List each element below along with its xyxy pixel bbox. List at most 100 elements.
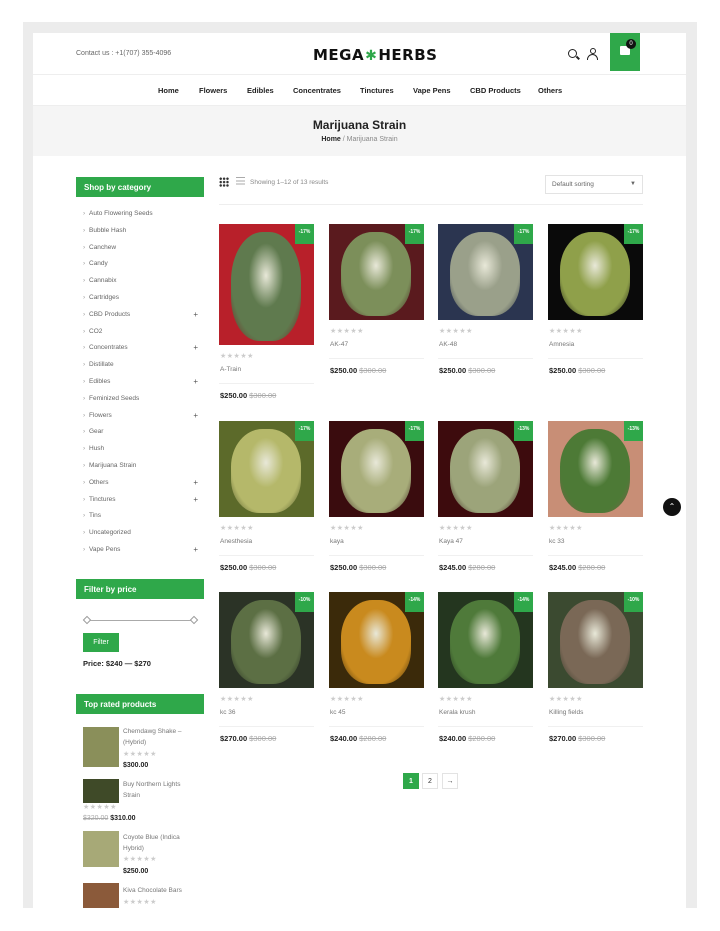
top-rated-price: $300.00 (123, 762, 149, 769)
nav-vape-pens[interactable]: Vape Pens (413, 86, 451, 95)
product-name[interactable]: kc 36 (220, 709, 236, 716)
category-item[interactable]: › CO2 (83, 328, 198, 340)
expand-icon[interactable]: + (193, 343, 198, 352)
category-item[interactable]: › Tinctures + (83, 495, 198, 508)
breadcrumb-home[interactable]: Home (321, 136, 340, 143)
product-image[interactable]: -10% (548, 592, 643, 688)
product-image[interactable]: -17% (329, 421, 424, 517)
product-price: $240.00 $280.00 (330, 734, 387, 743)
nav-concentrates[interactable]: Concentrates (293, 86, 341, 95)
nav-flowers[interactable]: Flowers (199, 86, 227, 95)
product-image[interactable]: -17% (329, 224, 424, 320)
product-name[interactable]: Anesthesia (220, 538, 252, 545)
nav-others[interactable]: Others (538, 86, 562, 95)
product-name[interactable]: kaya (330, 538, 344, 545)
category-item[interactable]: › Distillate (83, 361, 198, 373)
category-item[interactable]: › Cannabix (83, 277, 198, 289)
category-item[interactable]: › Uncategorized (83, 529, 198, 541)
nav-home[interactable]: Home (158, 86, 179, 95)
sort-select[interactable]: Default sorting ▼ (545, 175, 643, 194)
product-name[interactable]: kc 33 (549, 538, 565, 545)
expand-icon[interactable]: + (193, 377, 198, 386)
category-item[interactable]: › Hush (83, 445, 198, 457)
top-rated-name[interactable]: Coyote Blue (Indica Hybrid) (123, 832, 198, 854)
discount-badge: -10% (295, 592, 314, 612)
product-image[interactable]: -17% (219, 224, 314, 345)
discount-badge: -13% (514, 421, 533, 441)
product-image[interactable]: -14% (329, 592, 424, 688)
category-item[interactable]: › Marijuana Strain (83, 462, 198, 474)
price-slider-min-handle[interactable] (82, 615, 92, 625)
expand-icon[interactable]: + (193, 310, 198, 319)
product-name[interactable]: Kerala krush (439, 709, 476, 716)
expand-icon[interactable]: + (193, 478, 198, 487)
product-image[interactable]: -17% (219, 421, 314, 517)
expand-icon[interactable]: + (193, 411, 198, 420)
top-rated-price: $250.00 (123, 868, 149, 875)
cart-button[interactable]: 0 (610, 33, 640, 71)
top-rated-name[interactable]: Kiva Chocolate Bars (123, 885, 198, 896)
category-item[interactable]: › Gear (83, 428, 198, 440)
back-to-top-button[interactable]: ⌃ (663, 498, 681, 516)
expand-icon[interactable]: + (193, 545, 198, 554)
top-rated-thumb[interactable] (83, 831, 119, 867)
site-logo[interactable]: MEGA✱HERBS (313, 46, 437, 64)
category-item[interactable]: › Bubble Hash (83, 227, 198, 239)
product-name[interactable]: A-Train (220, 366, 241, 373)
product-image[interactable]: -17% (548, 224, 643, 320)
product-image[interactable]: -10% (219, 592, 314, 688)
product-name[interactable]: AK-47 (330, 341, 348, 348)
category-item[interactable]: › Edibles + (83, 377, 198, 390)
category-item[interactable]: › CBD Products + (83, 310, 198, 323)
category-item[interactable]: › Others + (83, 478, 198, 491)
price-slider-max-handle[interactable] (189, 615, 199, 625)
search-icon[interactable] (568, 49, 577, 58)
category-label: Flowers (89, 411, 112, 419)
page-1-button[interactable]: 1 (403, 773, 419, 789)
account-icon[interactable] (587, 48, 598, 60)
next-page-button[interactable]: → (442, 773, 458, 789)
product-name[interactable]: AK-48 (439, 341, 457, 348)
discount-badge: -17% (295, 421, 314, 441)
product-image[interactable]: -17% (438, 224, 533, 320)
product-image[interactable]: -13% (548, 421, 643, 517)
top-rated-name[interactable]: Buy Northern Lights Strain (123, 779, 198, 801)
top-rated-thumb[interactable] (83, 727, 119, 767)
grid-view-icon[interactable] (219, 177, 229, 187)
category-item[interactable]: › Feminized Seeds (83, 395, 198, 407)
nav-edibles[interactable]: Edibles (247, 86, 274, 95)
nav-cbd-products[interactable]: CBD Products (470, 86, 521, 95)
contact-phone[interactable]: Contact us : +1(707) 355-4096 (76, 50, 171, 57)
product-image[interactable]: -14% (438, 592, 533, 688)
page-2-button[interactable]: 2 (422, 773, 438, 789)
product-name[interactable]: Kaya 47 (439, 538, 463, 545)
product-price: $270.00 $300.00 (220, 734, 277, 743)
divider (438, 358, 533, 359)
product-image[interactable]: -13% (438, 421, 533, 517)
product-name[interactable]: Amnesia (549, 341, 574, 348)
category-item[interactable]: › Candy (83, 260, 198, 272)
category-item[interactable]: › Vape Pens + (83, 545, 198, 558)
category-item[interactable]: › Concentrates + (83, 343, 198, 356)
price-slider-track[interactable] (85, 620, 195, 621)
category-label: Marijuana Strain (89, 462, 137, 469)
list-view-icon[interactable] (236, 177, 245, 187)
rating-stars: ★★★★★ (439, 328, 473, 335)
chevron-down-icon: ▼ (630, 181, 636, 187)
filter-button[interactable]: Filter (83, 633, 119, 652)
divider (548, 726, 643, 727)
top-rated-thumb[interactable] (83, 883, 119, 908)
product-name[interactable]: kc 45 (330, 709, 346, 716)
product-name[interactable]: Killing fields (549, 709, 583, 716)
category-item[interactable]: › Flowers + (83, 411, 198, 424)
category-item[interactable]: › Auto Flowering Seeds (83, 210, 198, 222)
nav-tinctures[interactable]: Tinctures (360, 86, 394, 95)
rating-stars: ★★★★★ (330, 328, 364, 335)
expand-icon[interactable]: + (193, 495, 198, 504)
category-item[interactable]: › Tins (83, 512, 198, 524)
top-rated-thumb[interactable] (83, 779, 119, 803)
category-item[interactable]: › Canchew (83, 244, 198, 256)
top-rated-name[interactable]: Chemdawg Shake – (Hybrid) (123, 726, 198, 748)
divider (219, 555, 314, 556)
category-item[interactable]: › Cartridges (83, 294, 198, 306)
